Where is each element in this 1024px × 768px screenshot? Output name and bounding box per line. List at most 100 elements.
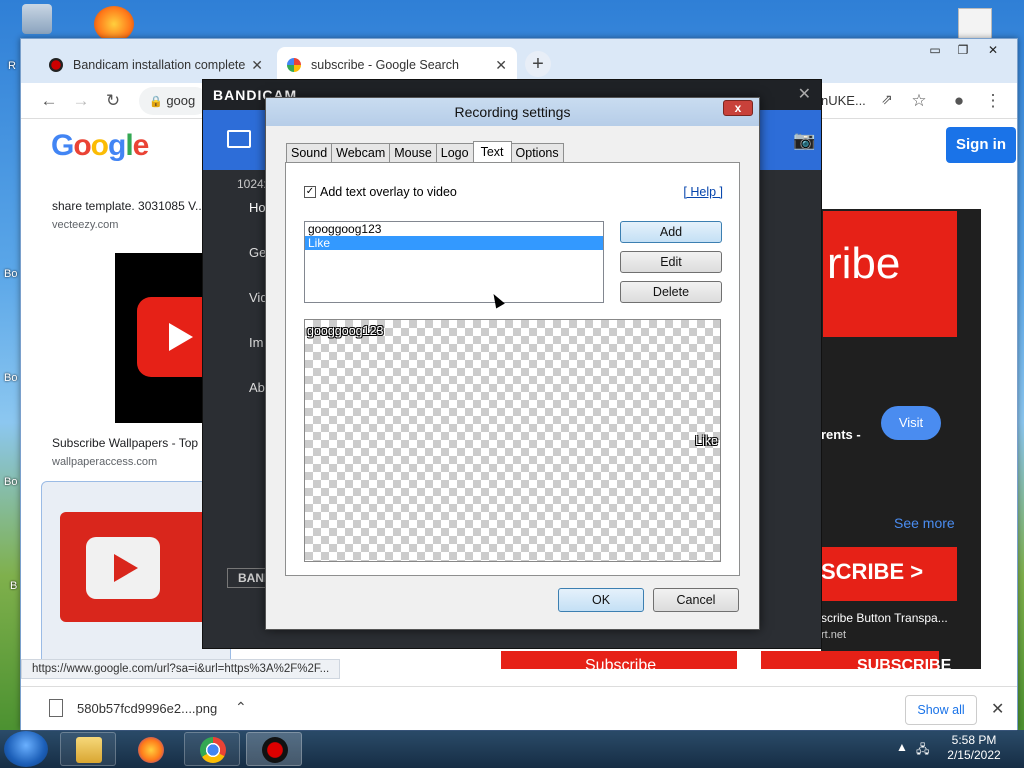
close-icon[interactable]: ✕ xyxy=(991,699,1004,719)
text-item-list[interactable]: googgoog123 Like xyxy=(304,221,604,303)
subscribe-banner-text: SCRIBE > xyxy=(821,559,924,584)
cancel-button[interactable]: Cancel xyxy=(653,588,739,612)
file-explorer-icon xyxy=(76,737,102,763)
desktop-label: R xyxy=(8,60,16,72)
visit-button[interactable]: Visit xyxy=(881,406,941,440)
clock-date: 2/15/2022 xyxy=(947,748,1001,762)
delete-button[interactable]: Delete xyxy=(620,281,722,303)
profile-icon[interactable]: ● xyxy=(949,91,969,111)
google-logo[interactable]: Google xyxy=(51,129,150,163)
address-bar[interactable]: 🔒 goog xyxy=(139,87,209,115)
show-hidden-icons-icon[interactable]: ▲ xyxy=(896,740,908,754)
dialog-title: Recording settings xyxy=(266,98,759,126)
result-title[interactable]: rents - xyxy=(821,427,861,442)
logo-letter: o xyxy=(90,129,109,162)
result-caption[interactable]: share template. 3031085 V... xyxy=(52,199,205,213)
chevron-up-icon[interactable]: ⌃ xyxy=(235,699,247,716)
tab-sound[interactable]: Sound xyxy=(286,143,333,163)
monitor-icon[interactable] xyxy=(227,130,251,148)
sidebar-item-image[interactable]: Im xyxy=(213,335,268,350)
download-shelf: 580b57fcd9996e2....png ⌃ Show all ✕ xyxy=(21,686,1017,731)
start-button[interactable] xyxy=(4,731,48,767)
list-item-selected[interactable]: Like xyxy=(305,236,603,250)
taskbar-firefox[interactable] xyxy=(122,732,178,766)
new-tab-button[interactable]: + xyxy=(525,51,551,77)
result-caption[interactable]: scribe Button Transpa... xyxy=(821,611,948,625)
close-icon[interactable]: ✕ xyxy=(495,57,507,74)
result-source[interactable]: wallpaperaccess.com xyxy=(52,456,157,468)
close-icon[interactable]: ✕ xyxy=(798,84,811,104)
tab-google-search[interactable]: subscribe - Google Search ✕ xyxy=(277,47,517,83)
list-item[interactable]: googgoog123 xyxy=(305,222,603,236)
text-tab-panel: ✓ Add text overlay to video [ Help ] goo… xyxy=(285,162,740,576)
recycle-bin-icon[interactable] xyxy=(22,4,52,34)
subscribe-image[interactable]: ribe xyxy=(823,211,957,337)
tab-webcam[interactable]: Webcam xyxy=(331,143,391,163)
sidebar-item-home[interactable]: Ho xyxy=(213,200,268,215)
bookmark-star-icon[interactable]: ☆ xyxy=(909,91,929,111)
taskbar-chrome[interactable] xyxy=(184,732,240,766)
close-window-icon[interactable]: ✕ xyxy=(979,41,1007,59)
desktop-label: Bo xyxy=(4,372,18,384)
tab-mouse[interactable]: Mouse xyxy=(389,143,437,163)
subscribe-button-image[interactable]: SCRIBE > xyxy=(821,547,957,601)
tab-text[interactable]: Text xyxy=(472,141,512,163)
sidebar-item-about[interactable]: Ab xyxy=(213,380,268,395)
taskbar-bandicam[interactable] xyxy=(246,732,302,766)
logo-letter: l xyxy=(125,129,133,162)
sidebar-item-general[interactable]: Ge xyxy=(213,245,268,260)
maximize-icon[interactable]: ❐ xyxy=(949,41,977,59)
result-source[interactable]: vecteezy.com xyxy=(52,219,118,231)
help-link[interactable]: [ Help ] xyxy=(683,185,723,199)
tab-logo[interactable]: Logo xyxy=(435,143,474,163)
sign-in-button[interactable]: Sign in xyxy=(946,127,1016,163)
google-g-icon xyxy=(287,58,301,72)
back-icon[interactable]: ← xyxy=(39,91,59,111)
ok-button[interactable]: OK xyxy=(558,588,644,612)
subscribe-image-text: ribe xyxy=(827,239,901,288)
minimize-icon[interactable]: ▭ xyxy=(921,41,949,59)
sidebar-item-video[interactable]: Vid xyxy=(213,290,268,305)
clock[interactable]: 5:58 PM 2/15/2022 xyxy=(944,733,1004,763)
menu-dots-icon[interactable]: ⋮ xyxy=(983,91,1003,111)
forward-icon[interactable]: → xyxy=(71,91,91,111)
logo-letter: g xyxy=(108,129,126,162)
close-icon[interactable]: x xyxy=(723,100,753,116)
result-source[interactable]: rt.net xyxy=(821,629,846,641)
address-text: goog xyxy=(166,93,196,108)
logo-letter: e xyxy=(132,129,150,162)
overlay-text: Like xyxy=(695,434,718,448)
logo-letter: G xyxy=(51,129,74,162)
download-item[interactable]: 580b57fcd9996e2....png xyxy=(77,701,217,716)
close-icon[interactable]: ✕ xyxy=(251,57,263,74)
camera-icon[interactable]: 📷 xyxy=(793,130,815,151)
tab-strip: Bandicam installation completed ✕ subscr… xyxy=(21,39,1017,83)
text-overlay-checkbox[interactable]: ✓ Add text overlay to video xyxy=(304,185,457,199)
checkbox-checkmark: ✓ xyxy=(304,186,316,198)
document-desktop-icon[interactable] xyxy=(958,8,992,42)
share-icon[interactable]: ⇗ xyxy=(877,91,897,108)
show-all-button[interactable]: Show all xyxy=(905,695,977,725)
firefox-desktop-icon[interactable] xyxy=(94,6,134,42)
add-button[interactable]: Add xyxy=(620,221,722,243)
see-more-link[interactable]: See more xyxy=(894,515,955,531)
file-icon xyxy=(49,699,63,717)
bandicam-record-icon xyxy=(49,58,63,72)
tab-bandicam[interactable]: Bandicam installation completed ✕ xyxy=(39,47,273,83)
edit-button[interactable]: Edit xyxy=(620,251,722,273)
desktop-label: Bo xyxy=(4,476,18,488)
address-text-tail: nUKE... xyxy=(821,93,866,108)
taskbar-file-explorer[interactable] xyxy=(60,732,116,766)
tab-label: Bandicam installation completed xyxy=(73,58,245,72)
subscribe-image-bottom-left[interactable]: Subscribe xyxy=(501,651,737,669)
clock-time: 5:58 PM xyxy=(951,733,997,747)
bandicam-icon xyxy=(262,737,288,763)
result-caption[interactable]: Subscribe Wallpapers - Top ... xyxy=(52,436,211,450)
network-icon[interactable]: 🖧 xyxy=(916,740,929,761)
reload-icon[interactable]: ↻ xyxy=(103,91,123,111)
subscribe-image-bottom-right[interactable]: SUBSCRIBE xyxy=(761,651,951,669)
subscribe-text: Subscribe xyxy=(585,657,657,669)
desktop-label: Bo xyxy=(4,268,18,280)
tab-options[interactable]: Options xyxy=(510,143,564,163)
recording-settings-dialog: Recording settings x Sound Webcam Mouse … xyxy=(265,97,760,630)
